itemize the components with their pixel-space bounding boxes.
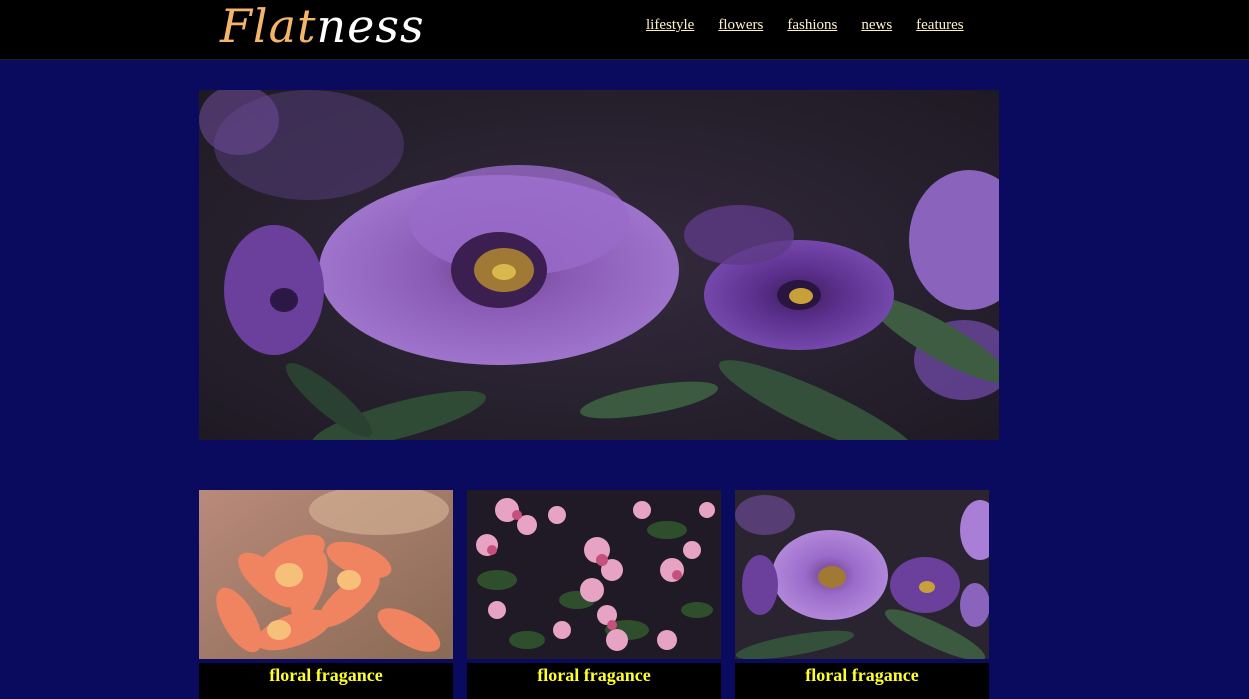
- main-nav: lifestyle flowers fashions news features: [646, 17, 964, 34]
- card-1[interactable]: floral fragance: [199, 490, 453, 699]
- nav-link-flowers[interactable]: flowers: [718, 17, 763, 34]
- card-3[interactable]: floral fragance: [735, 490, 989, 699]
- card-caption: floral fragance: [467, 663, 721, 699]
- card-image-pink-blossoms: [467, 490, 721, 659]
- site-logo[interactable]: Flatness: [220, 0, 425, 52]
- nav-link-features[interactable]: features: [916, 17, 963, 34]
- logo-text-part1: Flat: [220, 0, 317, 53]
- nav-link-fashions[interactable]: fashions: [787, 17, 837, 34]
- nav-link-news[interactable]: news: [861, 17, 892, 34]
- card-image-purple-petunias: [735, 490, 989, 659]
- card-image-orange-lilies: [199, 490, 453, 659]
- card-caption: floral fragance: [199, 663, 453, 699]
- site-header: Flatness lifestyle flowers fashions news…: [0, 0, 1249, 60]
- nav-link-lifestyle[interactable]: lifestyle: [646, 17, 694, 34]
- logo-text-part2: ness: [316, 0, 425, 53]
- card-caption: floral fragance: [735, 663, 989, 699]
- card-2[interactable]: floral fragance: [467, 490, 721, 699]
- hero-image-purple-petunias: [199, 90, 999, 440]
